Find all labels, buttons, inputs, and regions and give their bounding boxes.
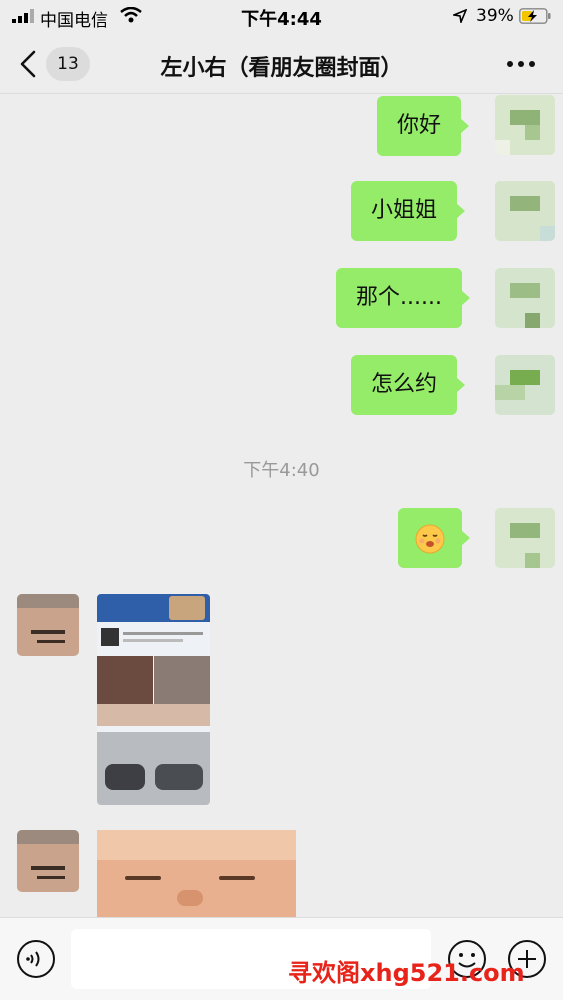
battery-charging-icon	[519, 8, 551, 24]
chat-header: 13 左小右（看朋友圈封面）	[0, 34, 563, 94]
shushing-face-emoji-icon	[415, 524, 445, 554]
watermark-text: 寻欢阁xhg521.com	[288, 959, 525, 987]
my-avatar[interactable]	[495, 268, 555, 328]
message-bubble[interactable]: 小姐姐	[351, 181, 466, 241]
message-bubble[interactable]: 怎么约	[351, 355, 466, 415]
time-divider: 下午4:40	[243, 460, 320, 481]
image-message-poster[interactable]	[97, 594, 210, 805]
emoji-message-bubble[interactable]	[398, 508, 470, 568]
friend-avatar[interactable]	[17, 830, 79, 892]
location-arrow-icon	[453, 9, 467, 23]
voice-input-icon[interactable]	[16, 939, 56, 979]
battery-percent: 39%	[476, 6, 514, 26]
more-options-icon[interactable]	[506, 60, 536, 68]
friend-avatar[interactable]	[17, 594, 79, 656]
status-bar: 中国电信 下午4:44 39%	[0, 0, 563, 34]
my-avatar[interactable]	[495, 508, 555, 568]
my-avatar[interactable]	[495, 181, 555, 241]
my-avatar[interactable]	[495, 355, 555, 415]
message-bubble[interactable]: 你好	[377, 96, 470, 156]
message-bubble[interactable]: 那个......	[336, 268, 470, 328]
image-message-photo[interactable]	[97, 830, 296, 920]
my-avatar[interactable]	[495, 95, 555, 155]
chat-title: 左小右（看朋友圈封面）	[160, 56, 403, 81]
